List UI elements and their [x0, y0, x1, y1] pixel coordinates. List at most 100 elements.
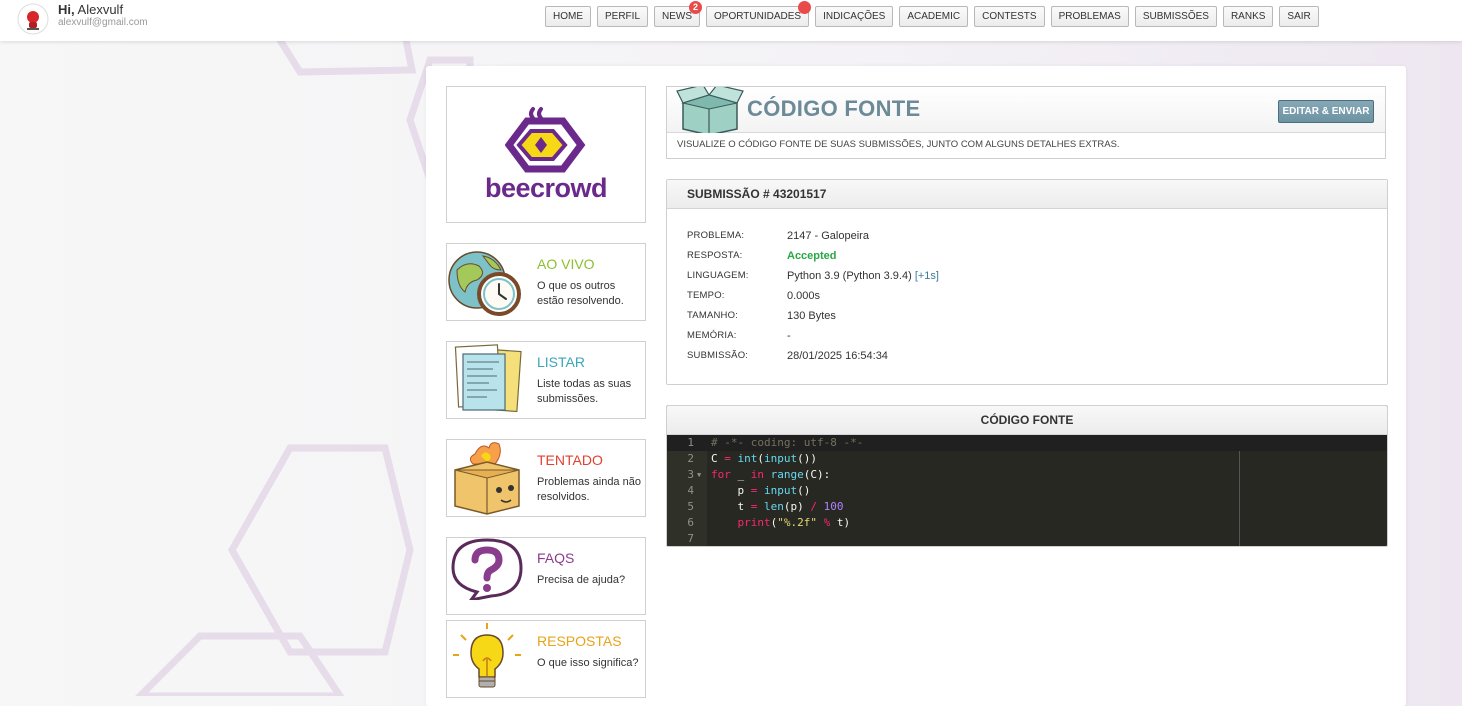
- nav-contests-label: CONTESTS: [982, 11, 1037, 22]
- line-number: 4: [687, 484, 694, 497]
- code-line: 6 print("%.2f" % t): [667, 515, 1387, 531]
- news-badge: 2: [689, 1, 703, 14]
- code-line: 2 C = int(input()): [667, 451, 1387, 467]
- code-text: print("%.2f" % t): [737, 516, 851, 529]
- detail-label: MEMÓRIA:: [687, 330, 737, 341]
- code-title: CÓDIGO FONTE: [667, 406, 1387, 435]
- nav-ranks[interactable]: RANKS: [1222, 6, 1274, 27]
- code-viewer: CÓDIGO FONTE 1 # -*- coding: utf-8 -*- 2…: [666, 405, 1388, 547]
- detail-label: TAMANHO:: [687, 310, 739, 321]
- beecrowd-logo-box[interactable]: beecrowd: [446, 86, 646, 223]
- beecrowd-logo-text: beecrowd: [484, 173, 608, 203]
- code-editor[interactable]: 1 # -*- coding: utf-8 -*- 2 C = int(inpu…: [667, 435, 1387, 546]
- menu-desc-faqs: Precisa de ajuda?: [537, 574, 626, 586]
- language-name: Python 3.9 (Python 3.9.4): [787, 270, 912, 282]
- nav-submissoes-label: SUBMISSÕES: [1142, 11, 1209, 22]
- line-number: 2: [687, 452, 694, 465]
- header-top: CÓDIGO FONTE EDITAR & ENVIAR: [667, 87, 1385, 133]
- page-subtitle: VISUALIZE O CÓDIGO FONTE DE SUAS SUBMISS…: [677, 139, 1120, 150]
- source-code-header: CÓDIGO FONTE EDITAR & ENVIAR VISUALIZE O…: [666, 86, 1386, 159]
- detail-label: RESPOSTA:: [687, 250, 743, 261]
- line-number: 7: [687, 532, 694, 545]
- edit-and-submit-button[interactable]: EDITAR & ENVIAR: [1278, 100, 1374, 123]
- nav-indicacoes[interactable]: INDICAÇÕES: [815, 6, 894, 27]
- extra-time-link[interactable]: [+1s]: [915, 270, 939, 282]
- line-number: 1: [687, 436, 694, 449]
- main-nav: HOME PERFIL NEWS 2 OPORTUNIDADES INDICAÇÕ…: [545, 1, 1319, 27]
- main-card: beecrowd AO VIVO O que os outros estão r…: [426, 66, 1406, 706]
- menu-desc-respostas: O que isso significa?: [537, 657, 639, 669]
- nav-problemas-label: PROBLEMAS: [1058, 11, 1121, 22]
- code-text: t = len(p) / 100: [711, 500, 844, 513]
- menu-card-tentado[interactable]: TENTADO Problemas ainda não resolvidos.: [446, 439, 646, 517]
- code-text: C = int(input()): [711, 452, 817, 465]
- nav-perfil[interactable]: PERFIL: [597, 6, 649, 27]
- menu-desc-listar: Liste todas as suas submissões.: [537, 378, 632, 405]
- detail-label: PROBLEMA:: [687, 230, 745, 241]
- nav-oportunidades[interactable]: OPORTUNIDADES: [706, 1, 812, 27]
- language-value: Python 3.9 (Python 3.9.4) [+1s]: [787, 270, 939, 282]
- code-text: for _ in range(C):: [711, 468, 831, 481]
- line-number: 6: [687, 516, 694, 529]
- notification-dot: [798, 1, 812, 14]
- nav-ranks-label: RANKS: [1230, 11, 1266, 22]
- menu-card-ao-vivo[interactable]: AO VIVO O que os outros estão resolvendo…: [446, 243, 646, 321]
- nav-contests[interactable]: CONTESTS: [974, 6, 1045, 27]
- menu-title-listar: LISTAR: [537, 354, 585, 370]
- menu-card-faqs[interactable]: FAQS Precisa de ajuda?: [446, 537, 646, 615]
- open-box-icon: [676, 87, 744, 133]
- menu-title-ao-vivo: AO VIVO: [537, 256, 595, 272]
- fold-icon[interactable]: ▼: [697, 467, 701, 483]
- code-text: p = input(): [711, 484, 811, 497]
- detail-label: SUBMISSÃO:: [687, 350, 749, 361]
- question-bubble-icon: [451, 538, 523, 600]
- user-greeting: Hi, Alexvulf: [58, 2, 123, 17]
- menu-title-respostas: RESPOSTAS: [537, 633, 622, 649]
- lightbulb-icon: [453, 623, 521, 688]
- detail-value: 0.000s: [787, 290, 821, 302]
- papers-icon: [454, 344, 522, 413]
- top-bar: Hi, Alexvulf alexvulf@gmail.com HOME PER…: [0, 0, 1462, 41]
- menu-desc-tentado: Problemas ainda não resolvidos.: [537, 476, 641, 503]
- status-badge: Accepted: [787, 250, 837, 262]
- nav-submissoes[interactable]: SUBMISSÕES: [1134, 6, 1217, 27]
- globe-clock-icon: [448, 251, 521, 316]
- submission-title: SUBMISSÃO # 43201517: [667, 180, 1387, 209]
- nav-sair-label: SAIR: [1287, 11, 1311, 22]
- nav-home-label: HOME: [553, 11, 583, 22]
- submission-details: SUBMISSÃO # 43201517 PROBLEMA: 2147 - Ga…: [666, 179, 1388, 385]
- nav-academic[interactable]: ACADEMIC: [899, 6, 969, 27]
- detail-value: 130 Bytes: [787, 310, 836, 322]
- line-number: 3: [687, 468, 694, 481]
- greeting-prefix: Hi,: [58, 2, 75, 17]
- detail-value: 28/01/2025 16:54:34: [787, 350, 888, 362]
- problem-link[interactable]: 2147 - Galopeira: [787, 230, 869, 242]
- nav-news-label: NEWS: [662, 11, 693, 22]
- burning-box-icon: [454, 442, 520, 515]
- detail-value: -: [787, 330, 791, 342]
- nav-academic-label: ACADEMIC: [907, 11, 961, 22]
- page-title: CÓDIGO FONTE: [747, 96, 921, 121]
- nav-problemas[interactable]: PROBLEMAS: [1050, 6, 1129, 27]
- code-line: 7: [667, 531, 1387, 546]
- user-name: Alexvulf: [77, 2, 124, 17]
- nav-news[interactable]: NEWS 2: [654, 1, 703, 27]
- nav-perfil-label: PERFIL: [605, 11, 641, 22]
- beecrowd-logo-icon: [505, 107, 586, 173]
- nav-indicacoes-label: INDICAÇÕES: [823, 11, 886, 22]
- code-text: # -*- coding: utf-8 -*-: [711, 436, 864, 449]
- nav-sair[interactable]: SAIR: [1279, 6, 1319, 27]
- menu-title-tentado: TENTADO: [537, 452, 603, 468]
- menu-card-respostas[interactable]: RESPOSTAS O que isso significa?: [446, 620, 646, 698]
- code-line: 5 t = len(p) / 100: [667, 499, 1387, 515]
- menu-desc-ao-vivo: O que os outros estão resolvendo.: [537, 280, 624, 307]
- line-number: 5: [687, 500, 694, 513]
- menu-title-faqs: FAQS: [537, 550, 575, 566]
- nav-oportunidades-label: OPORTUNIDADES: [714, 11, 802, 22]
- code-line: 4 p = input(): [667, 483, 1387, 499]
- code-line: 1 # -*- coding: utf-8 -*-: [667, 435, 1387, 451]
- avatar[interactable]: [17, 3, 49, 35]
- nav-home[interactable]: HOME: [545, 6, 591, 27]
- menu-card-listar[interactable]: LISTAR Liste todas as suas submissões.: [446, 341, 646, 419]
- user-email: alexvulf@gmail.com: [58, 17, 148, 28]
